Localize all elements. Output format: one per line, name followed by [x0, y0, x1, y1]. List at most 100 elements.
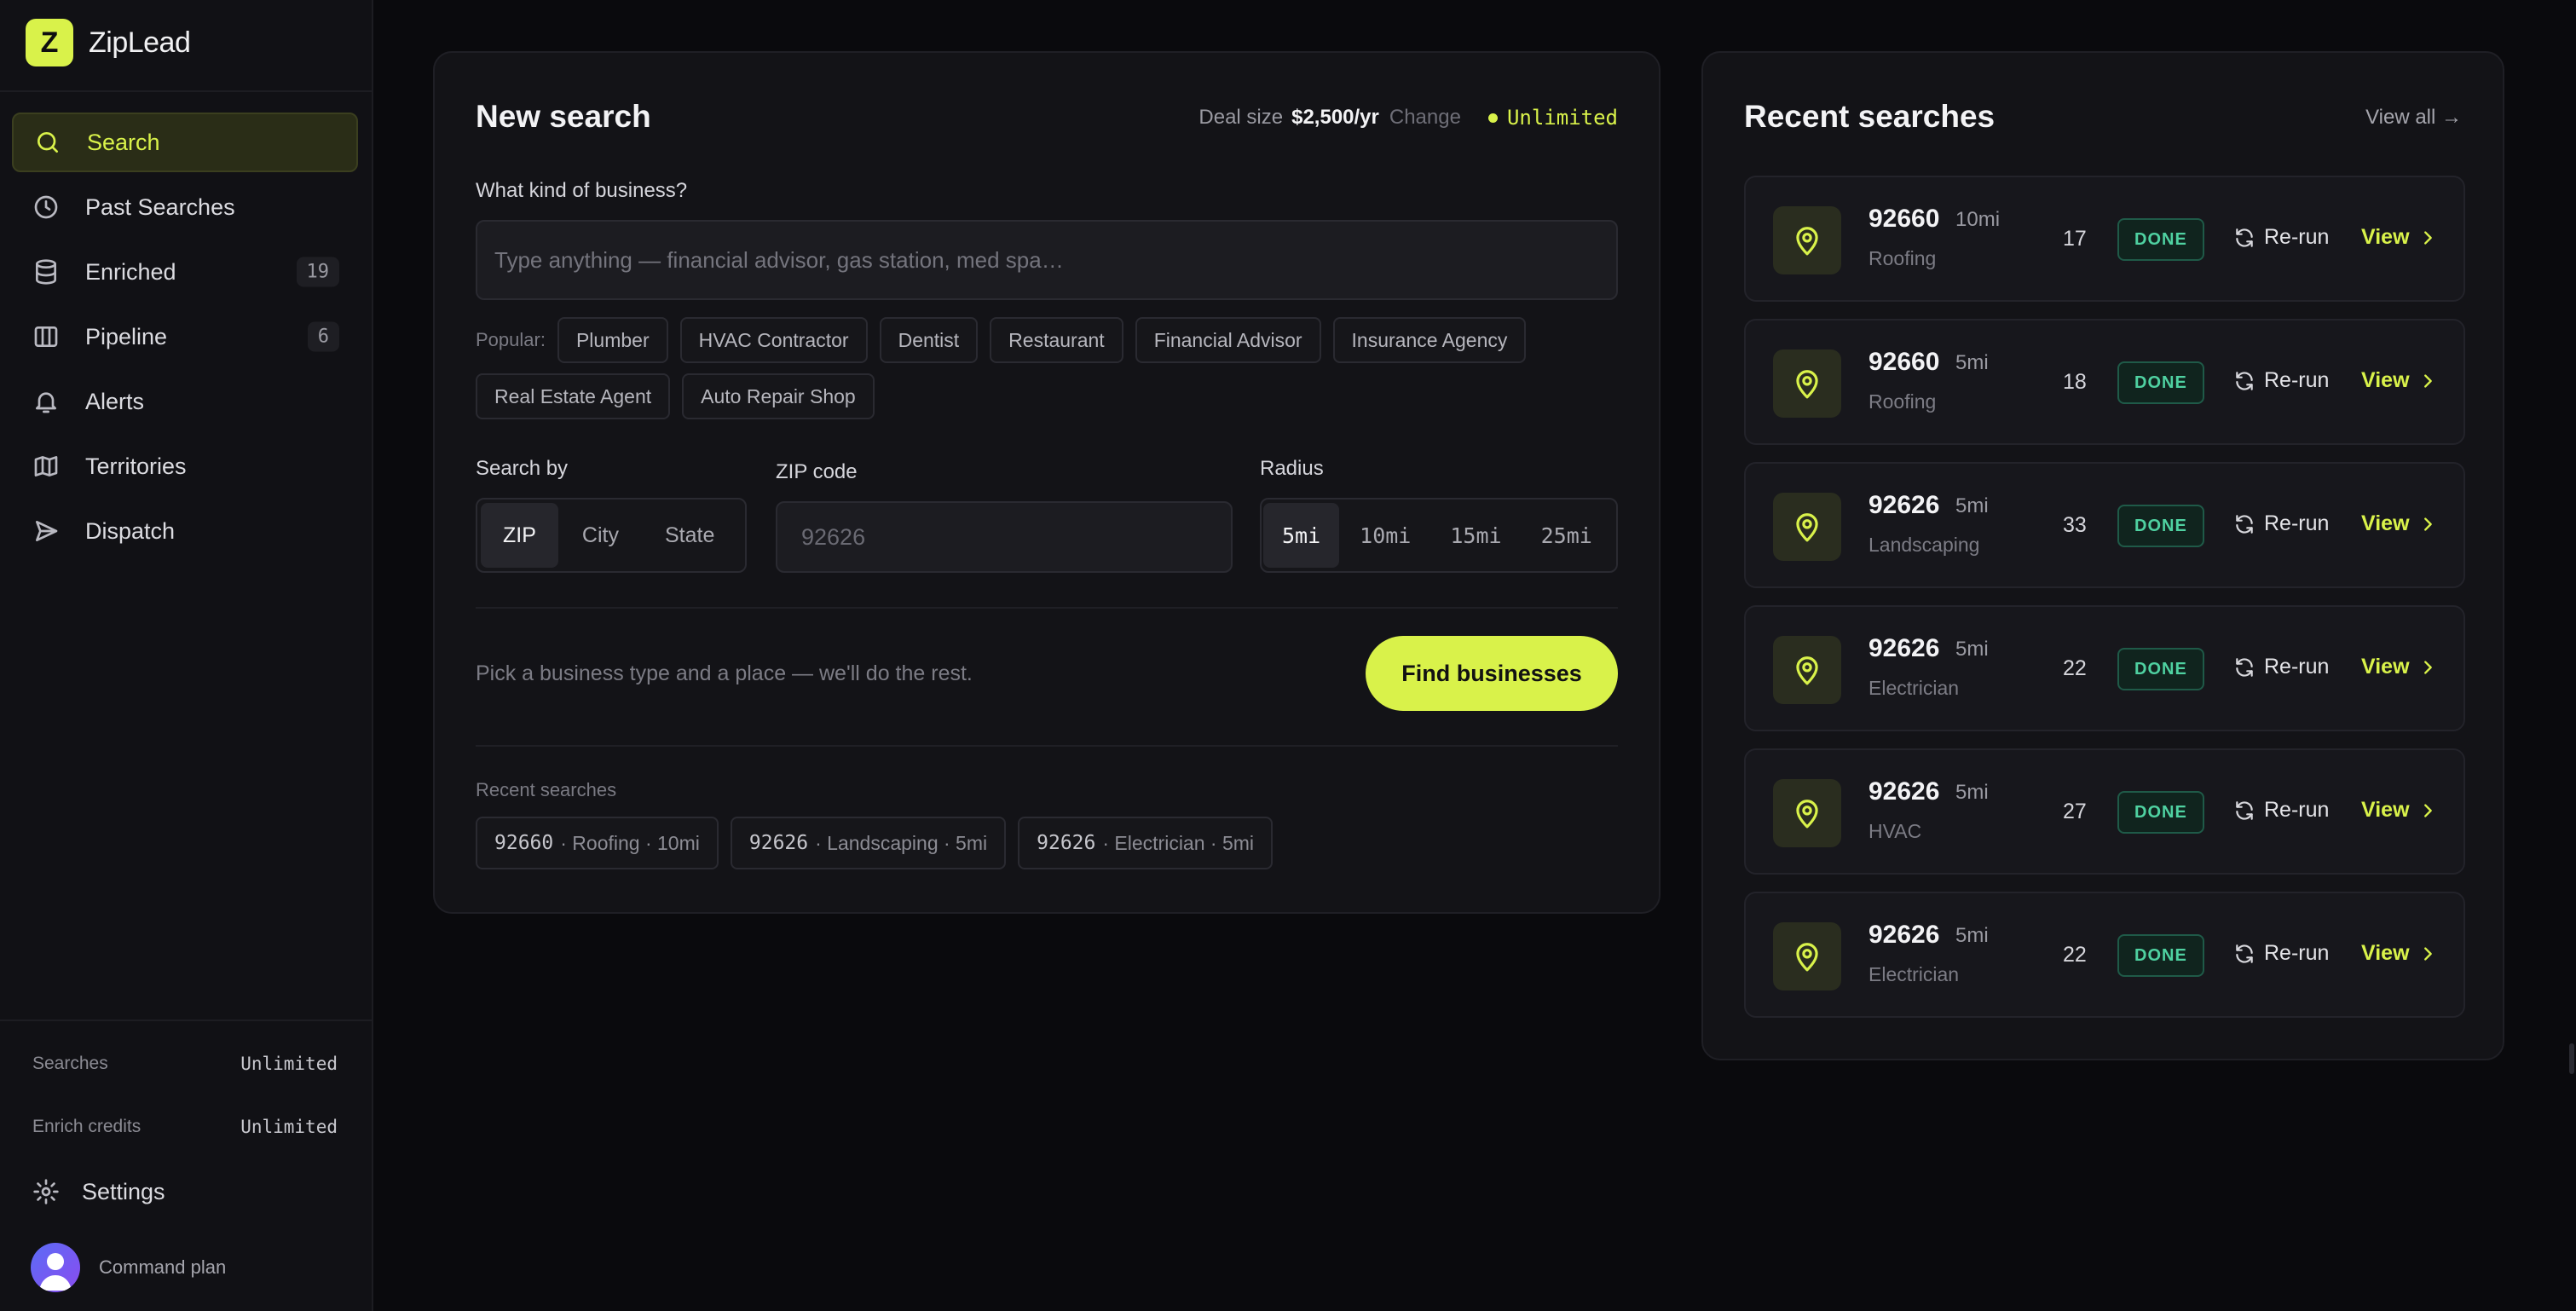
rerun-button[interactable]: Re-run — [2233, 511, 2329, 536]
rerun-button[interactable]: Re-run — [2233, 368, 2329, 393]
map-pin-icon — [1796, 370, 1818, 399]
view-label: View — [2361, 798, 2410, 822]
recent-chip-details: · Roofing · 10mi — [560, 831, 700, 854]
popular-chip-hvac-contractor[interactable]: HVAC Contractor — [679, 317, 868, 363]
sidebar-item-search[interactable]: Search — [12, 113, 358, 172]
search-category: Roofing — [1868, 390, 1937, 413]
view-button[interactable]: View — [2361, 225, 2437, 250]
status-badge: DONE — [2117, 361, 2204, 404]
sidebar-item-past-searches[interactable]: Past Searches — [12, 177, 358, 237]
sidebar-item-label: Alerts — [85, 388, 145, 414]
recent-search-item[interactable]: 92660 10mi Roofing 17 DONE Re-run View — [1744, 176, 2465, 302]
scrollbar-thumb[interactable] — [2569, 1043, 2574, 1074]
refresh-icon — [2236, 944, 2253, 963]
popular-label: Popular: — [476, 329, 546, 350]
recent-chip[interactable]: 92626 · Landscaping · 5mi — [730, 817, 1007, 869]
popular-chip-auto-repair-shop[interactable]: Auto Repair Shop — [682, 373, 875, 419]
status-badge: DONE — [2117, 791, 2204, 834]
popular-chip-dentist[interactable]: Dentist — [879, 317, 979, 363]
columns-icon — [34, 326, 58, 347]
recent-chip[interactable]: 92660 · Roofing · 10mi — [476, 817, 719, 869]
database-icon — [36, 259, 56, 285]
status-badge: DONE — [2117, 934, 2204, 977]
refresh-icon — [2236, 657, 2253, 677]
search-zip: 92626 — [1868, 491, 1940, 519]
sidebar-item-pipeline[interactable]: Pipeline 6 — [12, 307, 358, 367]
business-type-input[interactable] — [476, 220, 1618, 300]
view-button[interactable]: View — [2361, 798, 2437, 823]
rerun-button[interactable]: Re-run — [2233, 655, 2329, 679]
search-category: Electrician — [1868, 677, 1960, 699]
stat-value: Unlimited — [240, 1054, 338, 1074]
new-search-card: New search Deal size $2,500/yr Change Un… — [433, 51, 1661, 914]
rerun-button[interactable]: Re-run — [2233, 798, 2329, 823]
deal-size: Deal size $2,500/yr Change Unlimited — [1198, 106, 1618, 130]
find-businesses-button[interactable]: Find businesses — [1366, 636, 1618, 711]
recent-search-item[interactable]: 92626 5mi HVAC 27 DONE Re-run View — [1744, 748, 2465, 875]
refresh-icon — [2236, 514, 2253, 534]
sidebar-item-alerts[interactable]: Alerts — [12, 372, 358, 431]
search-category: Landscaping — [1868, 534, 1980, 556]
popular-chip-financial-advisor[interactable]: Financial Advisor — [1135, 317, 1321, 363]
location-pin-icon — [1773, 779, 1841, 847]
view-button[interactable]: View — [2361, 941, 2437, 966]
search-zip: 92626 — [1868, 921, 1940, 949]
sidebar-item-dispatch[interactable]: Dispatch — [12, 501, 358, 561]
recent-search-item[interactable]: 92626 5mi Electrician 22 DONE Re-run Vie… — [1744, 605, 2465, 731]
user-icon — [39, 1253, 72, 1291]
recent-search-item[interactable]: 92626 5mi Electrician 22 DONE Re-run Vie… — [1744, 892, 2465, 1018]
recent-searches-title: Recent searches — [1744, 99, 1996, 134]
page-title: New search — [476, 99, 651, 134]
search-by-zip[interactable]: ZIP — [481, 503, 558, 568]
radius-10mi[interactable]: 10mi — [1341, 503, 1430, 568]
location-pin-icon — [1773, 206, 1841, 274]
view-all-link[interactable]: View all → — [2365, 106, 2462, 130]
popular-chip-restaurant[interactable]: Restaurant — [990, 317, 1123, 363]
result-count: 18 — [2063, 370, 2087, 394]
popular-chip-plumber[interactable]: Plumber — [557, 317, 668, 363]
enriched-count-badge: 19 — [296, 257, 339, 287]
brand[interactable]: Z ZipLead — [26, 19, 191, 66]
zip-code-label: ZIP code — [776, 460, 858, 483]
sidebar-item-label: Territories — [85, 453, 187, 479]
stat-label: Enrich credits — [32, 1117, 142, 1136]
plan-label: Command plan — [99, 1256, 227, 1278]
search-by-city[interactable]: City — [560, 503, 641, 568]
divider — [476, 607, 1618, 609]
zip-code-input[interactable] — [776, 501, 1233, 573]
view-button[interactable]: View — [2361, 511, 2437, 536]
sidebar-item-label: Enriched — [85, 258, 176, 285]
sidebar-footer-divider — [0, 1019, 372, 1021]
chevron-right-icon — [2423, 803, 2432, 817]
popular-chip-real-estate-agent[interactable]: Real Estate Agent — [476, 373, 671, 419]
result-count: 22 — [2063, 943, 2087, 967]
settings-label: Settings — [82, 1178, 165, 1204]
rerun-label: Re-run — [2264, 368, 2330, 392]
user-account[interactable]: Command plan — [31, 1243, 226, 1292]
rerun-label: Re-run — [2264, 655, 2330, 679]
rerun-button[interactable]: Re-run — [2233, 225, 2329, 250]
result-count: 33 — [2063, 513, 2087, 537]
settings-link[interactable]: Settings — [32, 1178, 165, 1205]
status-dot — [1487, 113, 1498, 123]
recent-chip-zip: 92626 — [1037, 832, 1096, 854]
deal-size-value: $2,500/yr — [1291, 106, 1379, 129]
view-button[interactable]: View — [2361, 655, 2437, 679]
rerun-button[interactable]: Re-run — [2233, 941, 2329, 966]
sidebar-nav: Search Past Searches Enriched 19 Pipelin… — [12, 113, 358, 566]
search-by-state[interactable]: State — [643, 503, 736, 568]
radius-5mi[interactable]: 5mi — [1263, 503, 1340, 568]
recent-search-item[interactable]: 92626 5mi Landscaping 33 DONE Re-run Vie… — [1744, 462, 2465, 588]
radius-25mi[interactable]: 25mi — [1522, 503, 1611, 568]
popular-chip-insurance-agency[interactable]: Insurance Agency — [1332, 317, 1527, 363]
sidebar: Z ZipLead Search Past Searches Enriched … — [0, 0, 373, 1311]
view-button[interactable]: View — [2361, 368, 2437, 393]
sidebar-item-enriched[interactable]: Enriched 19 — [12, 242, 358, 302]
sidebar-item-label: Pipeline — [85, 323, 168, 349]
recent-chip[interactable]: 92626 · Electrician · 5mi — [1018, 817, 1274, 869]
recent-search-item[interactable]: 92660 5mi Roofing 18 DONE Re-run View — [1744, 319, 2465, 445]
sidebar-item-label: Search — [87, 129, 160, 155]
change-deal-size-link[interactable]: Change — [1389, 106, 1461, 130]
radius-15mi[interactable]: 15mi — [1431, 503, 1520, 568]
sidebar-item-territories[interactable]: Territories — [12, 436, 358, 496]
